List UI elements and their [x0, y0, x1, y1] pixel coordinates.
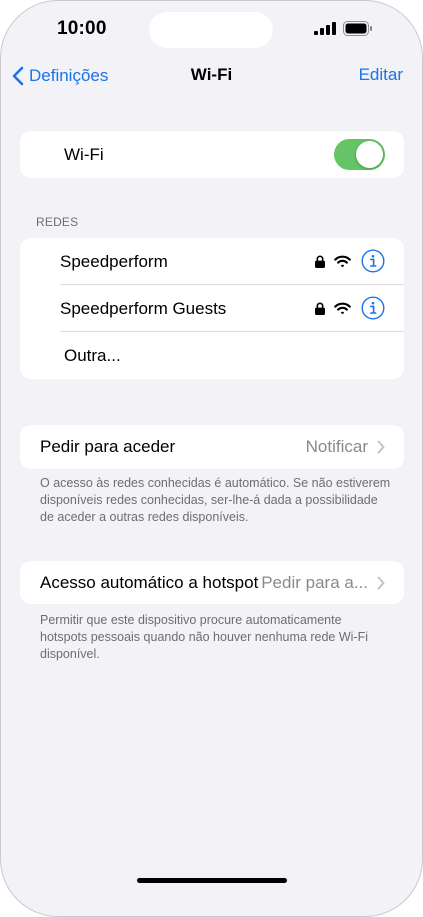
ask-to-join-row[interactable]: Pedir para aceder Notificar: [20, 425, 404, 469]
lock-icon: [315, 302, 325, 315]
auto-hotspot-footer: Permitir que este dispositivo procure au…: [40, 613, 368, 661]
toggle-knob: [356, 141, 383, 168]
other-network-row[interactable]: Outra...: [20, 332, 404, 379]
other-network-label: Outra...: [64, 345, 121, 365]
chevron-right-icon: [377, 576, 385, 589]
signal-icon: [314, 22, 336, 35]
wifi-label: Wi-Fi: [64, 144, 104, 164]
chevron-right-icon: [377, 440, 385, 454]
auto-hotspot-value: Pedir para a...: [261, 573, 385, 593]
ask-to-join-value-text: Notificar: [305, 437, 368, 456]
wifi-icon: [334, 255, 351, 267]
network-row-speedperform[interactable]: Speedperform: [20, 238, 404, 285]
lock-icon: [315, 255, 325, 268]
networks-group: Speedperform Speedperform Guests Outra..…: [20, 238, 404, 379]
auto-hotspot-row[interactable]: Acesso automático a hotspot Pedir para a…: [20, 561, 404, 604]
network-row-speedperform-guests[interactable]: Speedperform Guests: [20, 285, 404, 332]
network-name: Speedperform Guests: [60, 298, 227, 318]
networks-section-header: REDES: [36, 215, 79, 229]
battery-icon: [343, 21, 372, 36]
info-icon[interactable]: [361, 249, 385, 273]
status-time: 10:00: [57, 18, 107, 39]
ask-to-join-footer: O acesso às redes conhecidas é automátic…: [40, 476, 391, 524]
ask-to-join-value: Notificar: [306, 437, 385, 457]
wifi-icon: [334, 302, 351, 314]
dynamic-island: [149, 12, 273, 48]
info-icon[interactable]: [361, 296, 385, 320]
auto-hotspot-label: Acesso automático a hotspot: [40, 572, 259, 592]
wifi-toggle[interactable]: [334, 139, 385, 170]
home-indicator[interactable]: [137, 878, 287, 883]
auto-hotspot-value-text: Pedir para a...: [261, 572, 368, 592]
network-name: Speedperform: [60, 251, 168, 271]
edit-button[interactable]: Editar: [359, 65, 403, 85]
wifi-toggle-row: Wi-Fi: [20, 131, 404, 178]
wifi-toggle-group: Wi-Fi: [20, 131, 404, 178]
ask-to-join-label: Pedir para aceder: [40, 437, 176, 456]
phone-frame: 10:00 Definições Wi-Fi Editar Wi-Fi REDE…: [0, 0, 423, 917]
